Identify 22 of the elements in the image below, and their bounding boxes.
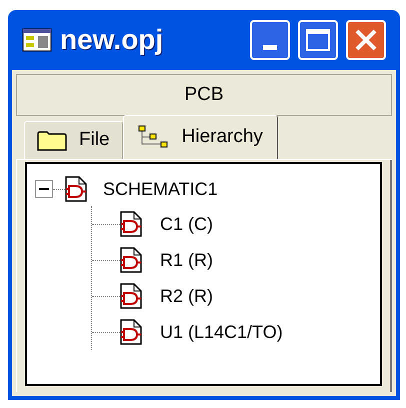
app-icon <box>22 28 52 52</box>
schematic-page-icon <box>120 283 142 309</box>
schematic-page-icon <box>120 211 142 237</box>
schematic-page-icon <box>65 176 87 202</box>
close-button[interactable] <box>346 20 386 60</box>
maximize-icon <box>306 29 330 51</box>
minimize-icon <box>263 45 277 50</box>
folder-icon <box>37 130 67 152</box>
tab[interactable]: Hierarchy <box>122 115 278 159</box>
tree-item[interactable]: SCHEMATIC1 <box>103 176 218 202</box>
minimize-button[interactable] <box>250 20 290 60</box>
tab[interactable]: File <box>24 121 123 159</box>
tree-item[interactable]: R2 (R) <box>160 282 213 310</box>
window-title: new.opj <box>60 23 164 57</box>
tree-item[interactable]: R1 (R) <box>160 246 213 274</box>
maximize-button[interactable] <box>298 20 338 60</box>
collapse-toggle[interactable] <box>35 180 53 198</box>
close-icon <box>353 27 379 53</box>
tree-item[interactable]: C1 (C) <box>160 210 213 238</box>
schematic-page-icon <box>120 319 142 345</box>
schematic-page-icon <box>120 247 142 273</box>
tree-item[interactable]: U1 (L14C1/TO) <box>160 318 283 346</box>
